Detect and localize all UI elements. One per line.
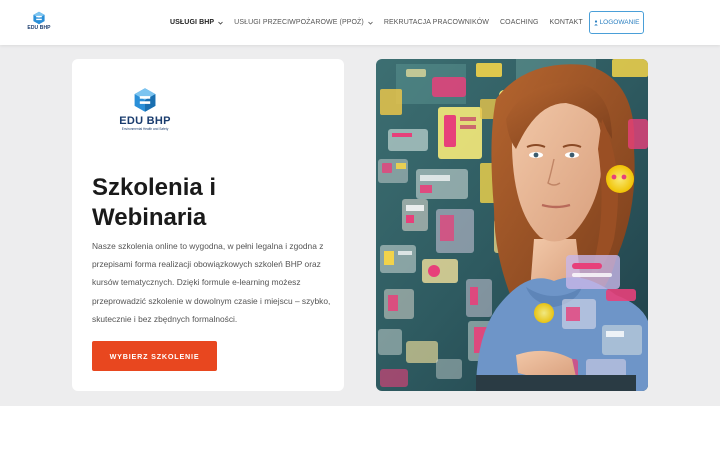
logo-text: EDU BHP bbox=[27, 25, 51, 31]
nav-item-label: COACHING bbox=[500, 19, 539, 26]
nav-item-rekrutacja[interactable]: REKRUTACJA PRACOWNIKÓW bbox=[384, 19, 489, 26]
page-title: Szkolenia i Webinaria bbox=[92, 174, 217, 231]
choose-training-button[interactable]: WYBIERZ SZKOLENIE bbox=[92, 341, 217, 371]
login-label: LOGOWANIE bbox=[599, 19, 640, 26]
card-logo-title: EDU BHP bbox=[119, 115, 171, 127]
nav-item-coaching[interactable]: COACHING bbox=[500, 19, 539, 26]
hero-image bbox=[376, 59, 648, 391]
site-header: EDU BHP USŁUGI BHP USŁUGI PRZECIWPOŻAROW… bbox=[0, 0, 720, 45]
nav-item-uslugi-ppoz[interactable]: USŁUGI PRZECIWPOŻAROWE (PPOŻ) bbox=[234, 19, 373, 26]
nav-item-label: REKRUTACJA PRACOWNIKÓW bbox=[383, 19, 489, 26]
site-logo[interactable]: EDU BHP bbox=[26, 11, 52, 35]
nav-item-label: USŁUGI BHP bbox=[170, 19, 215, 26]
nav-item-kontakt[interactable]: KONTAKT bbox=[550, 19, 583, 26]
edu-bhp-logo-icon bbox=[33, 11, 45, 25]
user-icon bbox=[593, 19, 598, 25]
edu-bhp-logo-icon bbox=[134, 88, 156, 112]
main-nav: USŁUGI BHP USŁUGI PRZECIWPOŻAROWE (PPOŻ)… bbox=[170, 0, 594, 45]
nav-item-label: KONTAKT bbox=[549, 19, 583, 26]
woman-at-computer-illustration bbox=[376, 59, 648, 391]
login-button[interactable]: LOGOWANIE bbox=[589, 11, 644, 34]
card-logo-subtitle: Environmental Health and Safety bbox=[121, 127, 169, 131]
card-logo: EDU BHP Environmental Health and Safety bbox=[117, 87, 173, 135]
nav-item-uslugi-bhp[interactable]: USŁUGI BHP bbox=[170, 19, 223, 26]
hero-card: EDU BHP Environmental Health and Safety … bbox=[72, 59, 344, 391]
chevron-down-icon bbox=[368, 21, 373, 25]
nav-item-label: USŁUGI PRZECIWPOŻAROWE (PPOŻ) bbox=[234, 19, 364, 26]
hero-description: Nasze szkolenia online to wygodna, w peł… bbox=[92, 241, 331, 324]
chevron-down-icon bbox=[218, 21, 223, 25]
